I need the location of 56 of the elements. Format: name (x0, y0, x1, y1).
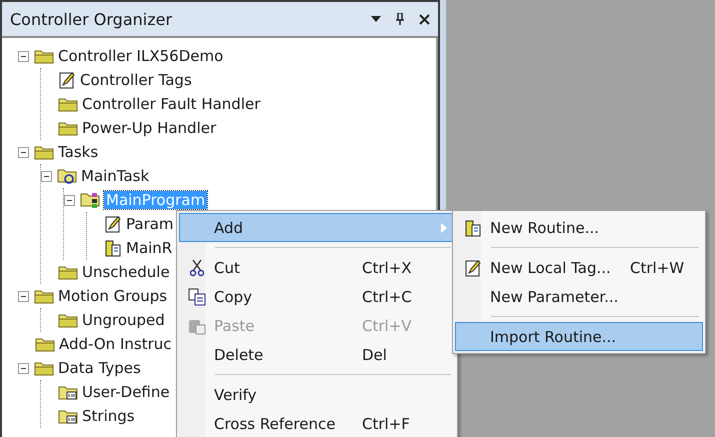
tree-item[interactable]: Power-Up Handler (80, 119, 218, 137)
scissors-icon (190, 258, 204, 276)
tree-item[interactable]: Controller Tags (78, 71, 194, 89)
tree-item[interactable]: User-Define (80, 383, 172, 401)
close-icon[interactable] (419, 14, 430, 24)
menu-item[interactable]: New Parameter... (455, 282, 703, 311)
tree-item[interactable]: Controller Fault Handler (80, 95, 262, 113)
menu-item[interactable]: Delete Del (179, 340, 455, 369)
folder-icon (34, 48, 54, 64)
folder-icon (58, 120, 78, 136)
folder-icon (34, 288, 54, 304)
menu-item[interactable]: New Local Tag... Ctrl+W (455, 253, 703, 282)
menu-item[interactable]: Verify (179, 380, 455, 409)
folder-icon (57, 167, 77, 185)
panel-title: Controller Organizer (10, 10, 174, 28)
tree-item[interactable]: Data Types (56, 359, 143, 377)
tree-item[interactable]: Param (124, 215, 176, 233)
folder-icon (35, 336, 55, 352)
folder-icon (80, 191, 102, 209)
menu-item[interactable]: Import Routine... (455, 322, 703, 351)
submenu-arrow-icon (440, 222, 448, 232)
folder-icon (58, 312, 78, 328)
tree-item[interactable]: Strings (80, 407, 137, 425)
collapse-toggle[interactable] (18, 50, 29, 62)
tree-item[interactable]: Motion Groups (56, 287, 170, 305)
pencil-page-icon (58, 71, 76, 89)
pencil-page-icon (104, 215, 122, 233)
collapse-toggle[interactable] (18, 290, 29, 302)
folder-icon (58, 96, 78, 112)
collapse-toggle[interactable] (18, 146, 29, 158)
tree-item[interactable]: Add-On Instruc (57, 335, 174, 353)
routine-icon (104, 239, 122, 257)
tree-item[interactable]: Tasks (56, 143, 100, 161)
folder-icon (58, 384, 78, 400)
pin-icon[interactable] (395, 13, 405, 25)
folder-icon (58, 408, 78, 424)
routine-icon (464, 218, 482, 236)
menu-item[interactable]: New Routine... (455, 213, 703, 242)
tree-item[interactable]: MainR (124, 239, 174, 257)
tree-item[interactable]: Controller ILX56Demo (56, 47, 226, 65)
menu-item[interactable]: Copy Ctrl+C (179, 282, 455, 311)
collapse-toggle[interactable] (41, 170, 52, 182)
folder-icon (34, 360, 54, 376)
folder-icon (34, 144, 54, 160)
pencil-page-icon (464, 258, 482, 276)
menu-item[interactable]: Add (179, 213, 455, 242)
collapse-toggle[interactable] (18, 362, 29, 374)
tree-item[interactable]: MainTask (79, 167, 152, 185)
dropdown-icon[interactable] (371, 16, 381, 22)
copy-icon (188, 288, 206, 306)
tree-item[interactable]: Unschedule (80, 263, 172, 281)
menu-item[interactable]: Cut Ctrl+X (179, 253, 455, 282)
folder-icon (58, 264, 78, 280)
tree-item[interactable]: Ungrouped (80, 311, 167, 329)
collapse-toggle[interactable] (64, 194, 75, 206)
menu-item[interactable]: Cross Reference Ctrl+F (179, 409, 455, 437)
